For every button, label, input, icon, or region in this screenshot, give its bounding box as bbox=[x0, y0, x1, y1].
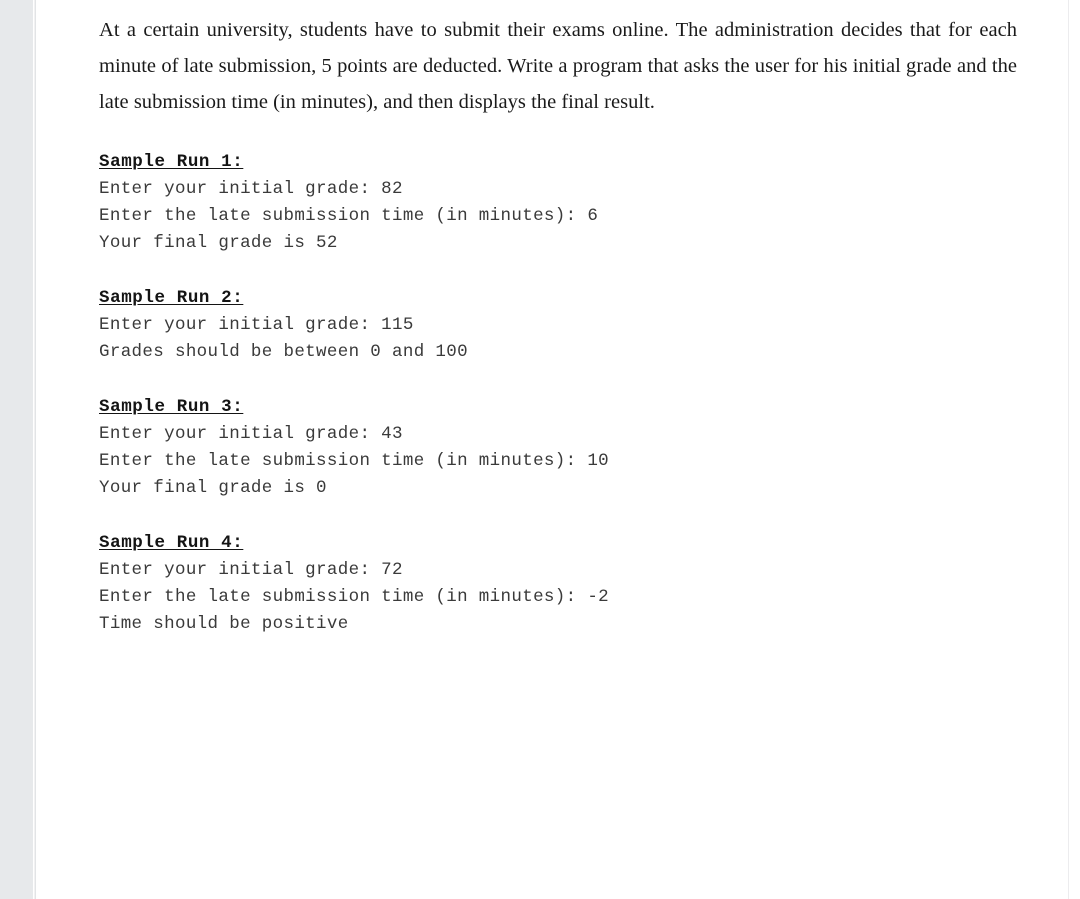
sample-run-1-line-1: Enter your initial grade: 82 bbox=[99, 179, 403, 199]
sample-run-2-title: Sample Run 2: bbox=[99, 288, 244, 308]
sample-run-1-title: Sample Run 1: bbox=[99, 152, 244, 172]
sample-run-block-3: Sample Run 3: Enter your initial grade: … bbox=[99, 394, 1017, 502]
sample-run-4-line-3: Time should be positive bbox=[99, 614, 349, 634]
sample-run-2-line-1: Enter your initial grade: 115 bbox=[99, 315, 414, 335]
sample-run-1-line-3: Your final grade is 52 bbox=[99, 233, 338, 253]
sample-run-4-line-1: Enter your initial grade: 72 bbox=[99, 560, 403, 580]
right-page-edge-rule bbox=[1068, 0, 1069, 899]
sample-run-block-2: Sample Run 2: Enter your initial grade: … bbox=[99, 285, 1017, 366]
document-page: At a certain university, students have t… bbox=[0, 0, 1080, 899]
sample-run-3-title: Sample Run 3: bbox=[99, 397, 244, 417]
left-margin-gutter bbox=[0, 0, 33, 899]
sample-run-3-line-1: Enter your initial grade: 43 bbox=[99, 424, 403, 444]
problem-statement-paragraph: At a certain university, students have t… bbox=[99, 19, 1017, 113]
sample-run-block-4: Sample Run 4: Enter your initial grade: … bbox=[99, 530, 1017, 638]
document-content: At a certain university, students have t… bbox=[99, 0, 1017, 638]
sample-run-3-line-3: Your final grade is 0 bbox=[99, 478, 327, 498]
sample-run-4-title: Sample Run 4: bbox=[99, 533, 244, 553]
sample-runs-section: Sample Run 1: Enter your initial grade: … bbox=[99, 149, 1017, 638]
sample-run-block-1: Sample Run 1: Enter your initial grade: … bbox=[99, 149, 1017, 257]
sample-run-3-line-2: Enter the late submission time (in minut… bbox=[99, 451, 610, 471]
gutter-divider bbox=[34, 0, 36, 899]
sample-run-2-line-2: Grades should be between 0 and 100 bbox=[99, 342, 468, 362]
sample-run-1-line-2: Enter the late submission time (in minut… bbox=[99, 206, 599, 226]
sample-run-4-line-2: Enter the late submission time (in minut… bbox=[99, 587, 610, 607]
